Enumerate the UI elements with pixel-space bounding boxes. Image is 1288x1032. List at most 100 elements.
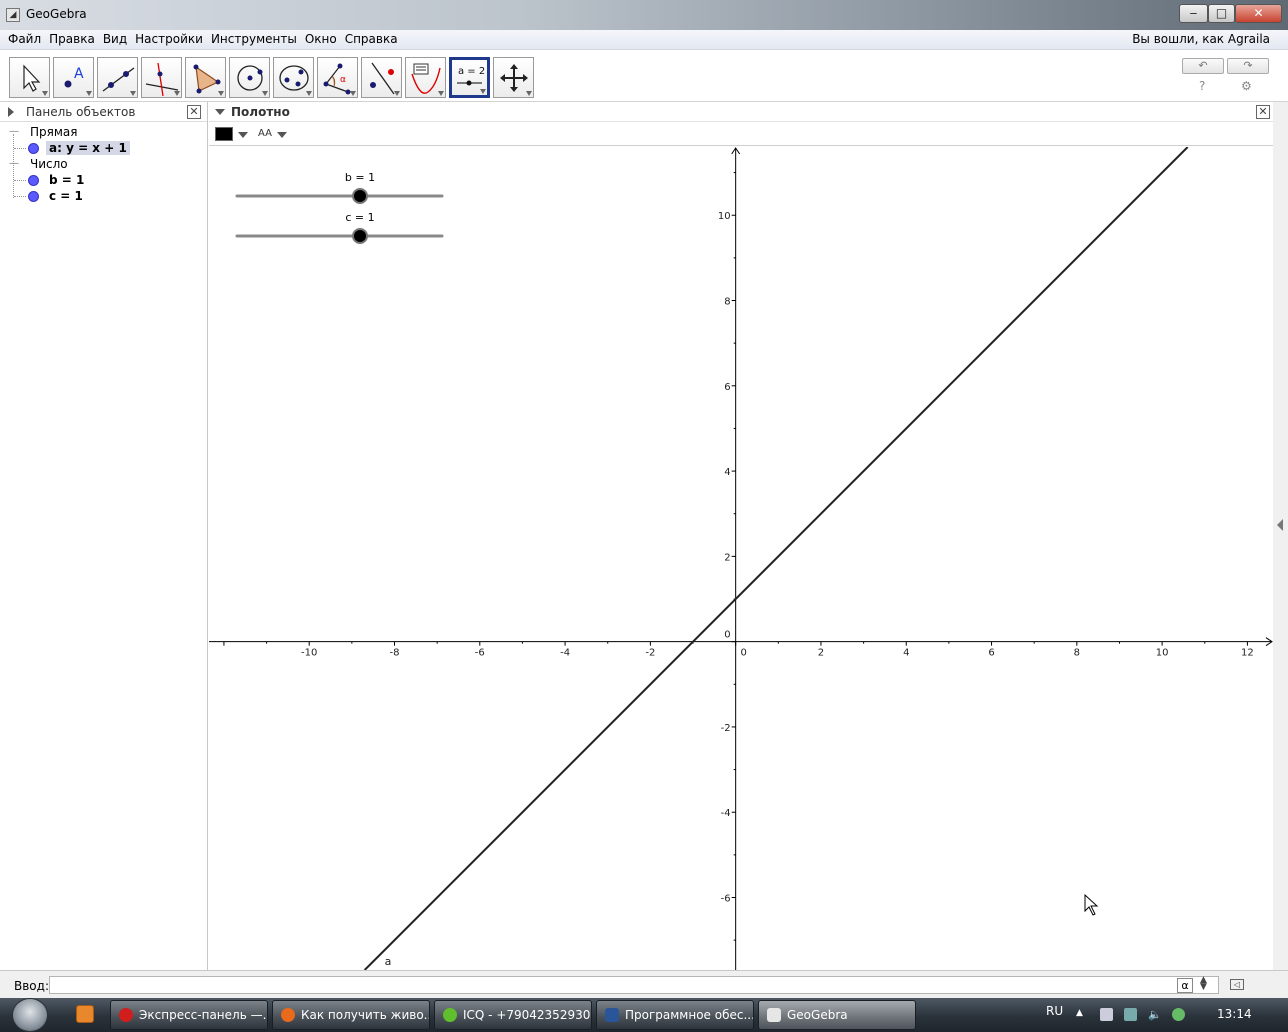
sync-tray-icon[interactable] — [1172, 1008, 1185, 1021]
algebra-object-b[interactable]: b = 1 — [49, 173, 84, 187]
login-status[interactable]: Вы вошли, как Agraila — [1132, 32, 1270, 46]
task-word[interactable]: Программное обес... — [596, 1000, 754, 1030]
circle-tool-button[interactable] — [229, 57, 270, 98]
graphics-canvas[interactable]: -10 -8 -6 -4 -2 0 2 4 6 8 10 12 -6 -4 -2 0 2 4 6 8 10 a b = 1 c… — [209, 147, 1273, 970]
collapse-group-icon[interactable]: — — [9, 127, 19, 137]
graphics-title: Полотно — [231, 105, 290, 119]
volume-icon[interactable]: 🔈 — [1148, 1008, 1162, 1021]
menu-bar: Файл Правка Вид Настройки Инструменты Ок… — [0, 30, 1288, 50]
collapse-caret-icon[interactable] — [215, 109, 225, 115]
collapse-group-icon[interactable]: — — [9, 159, 19, 169]
symbol-table-button[interactable]: α — [1177, 978, 1193, 993]
expand-left-icon[interactable] — [1277, 519, 1283, 531]
y-tick-label: 8 — [724, 297, 730, 308]
input-help-icon[interactable]: ◁ — [1230, 979, 1244, 990]
svg-text:A: A — [74, 66, 84, 82]
input-label: Ввод: — [14, 979, 49, 993]
menu-help[interactable]: Справка — [341, 30, 402, 46]
move-tool-button[interactable] — [9, 57, 50, 98]
redo-button[interactable]: ↷ — [1227, 58, 1269, 74]
conic-tool-button[interactable] — [273, 57, 314, 98]
x-tick-label: -2 — [645, 648, 655, 659]
angle-tool-button[interactable]: α — [317, 57, 358, 98]
help-icon[interactable]: ? — [1199, 79, 1205, 93]
word-icon — [605, 1008, 619, 1022]
close-graphics-icon[interactable]: ✕ — [1256, 105, 1270, 119]
close-algebra-icon[interactable]: ✕ — [187, 105, 201, 119]
maximize-button[interactable]: □ — [1208, 4, 1235, 23]
opera-icon — [119, 1008, 133, 1022]
start-button[interactable] — [12, 998, 48, 1032]
toolbar: A α a = 2 ↶ ↷ ? ⚙ — [0, 51, 1288, 102]
y-tick-label: 10 — [718, 211, 731, 222]
menu-settings[interactable]: Настройки — [131, 30, 207, 46]
x-tick-label: -4 — [560, 648, 570, 659]
font-dropdown-icon[interactable] — [277, 132, 287, 138]
y-tick-label: 2 — [724, 552, 730, 563]
undo-button[interactable]: ↶ — [1182, 58, 1224, 74]
icq-icon — [443, 1008, 457, 1022]
font-size-button[interactable]: AA — [258, 128, 272, 139]
history-spinner-icon[interactable]: ▲ ▼ — [1200, 976, 1207, 992]
menu-window[interactable]: Окно — [301, 30, 341, 46]
polygon-tool-button[interactable] — [185, 57, 226, 98]
slider-tool-button[interactable]: a = 2 — [449, 57, 490, 98]
reflect-tool-button[interactable] — [361, 57, 402, 98]
y-tick-label: -2 — [721, 723, 731, 734]
firefox-icon — [281, 1008, 295, 1022]
task-opera[interactable]: Экспресс-панель —... — [110, 1000, 268, 1030]
menu-view[interactable]: Вид — [99, 30, 131, 46]
line-a-label: a — [385, 955, 392, 968]
media-player-icon[interactable] — [76, 1005, 94, 1023]
slider-label: b = 1 — [345, 171, 375, 184]
collapse-caret-icon[interactable] — [8, 107, 14, 117]
task-firefox[interactable]: Как получить живо... — [272, 1000, 430, 1030]
side-panel-toggle[interactable] — [1273, 102, 1288, 970]
color-swatch-button[interactable] — [215, 127, 233, 141]
algebra-object-c[interactable]: c = 1 — [49, 189, 83, 203]
clock[interactable]: 13:14 — [1217, 1007, 1252, 1021]
x-tick-label: 8 — [1074, 648, 1080, 659]
perpendicular-tool-button[interactable] — [141, 57, 182, 98]
visibility-toggle-icon[interactable] — [28, 143, 39, 154]
slider-knob[interactable] — [352, 228, 368, 244]
menu-tools[interactable]: Инструменты — [207, 30, 301, 46]
menu-file[interactable]: Файл — [0, 30, 45, 46]
move-view-tool-button[interactable] — [493, 57, 534, 98]
point-tool-button[interactable]: A — [53, 57, 94, 98]
show-hidden-icons-icon[interactable]: ▲ — [1076, 1008, 1089, 1021]
slider-label: c = 1 — [345, 211, 374, 224]
slider-knob[interactable] — [352, 188, 368, 204]
task-geogebra[interactable]: GeoGebra — [758, 1000, 916, 1030]
close-button[interactable]: ✕ — [1235, 4, 1282, 23]
minimize-button[interactable]: ‒ — [1179, 4, 1208, 23]
x-tick-label: -8 — [390, 648, 400, 659]
color-dropdown-icon[interactable] — [238, 132, 248, 138]
task-icq[interactable]: ICQ - +79042352930 — [434, 1000, 592, 1030]
window-title: GeoGebra — [26, 7, 87, 21]
tree-connector — [14, 148, 26, 149]
y-tick-label: 0 — [724, 630, 730, 641]
algebra-object-a[interactable]: a: y = x + 1 — [46, 141, 130, 155]
task-label: GeoGebra — [787, 1008, 848, 1022]
settings-gear-icon[interactable]: ⚙ — [1241, 79, 1252, 93]
line-tool-button[interactable] — [97, 57, 138, 98]
task-label: Как получить живо... — [301, 1008, 430, 1022]
text-tool-button[interactable] — [405, 57, 446, 98]
visibility-toggle-icon[interactable] — [28, 175, 39, 186]
tree-connector — [14, 196, 26, 197]
task-label: Экспресс-панель —... — [139, 1008, 268, 1022]
line-a — [363, 147, 1189, 970]
taskbar: Экспресс-панель —... Как получить живо..… — [0, 998, 1288, 1032]
action-center-flag-icon[interactable] — [1100, 1008, 1113, 1021]
menu-edit[interactable]: Правка — [45, 30, 99, 46]
language-indicator[interactable]: RU — [1046, 1004, 1063, 1018]
group-label-line: Прямая — [30, 125, 78, 139]
network-icon[interactable] — [1124, 1008, 1137, 1021]
algebra-title: Панель объектов — [26, 105, 136, 119]
visibility-toggle-icon[interactable] — [28, 191, 39, 202]
x-tick-label: 10 — [1156, 648, 1169, 659]
x-tick-label: 4 — [903, 648, 909, 659]
y-tick-label: 4 — [724, 467, 730, 478]
input-field[interactable] — [49, 976, 1219, 994]
